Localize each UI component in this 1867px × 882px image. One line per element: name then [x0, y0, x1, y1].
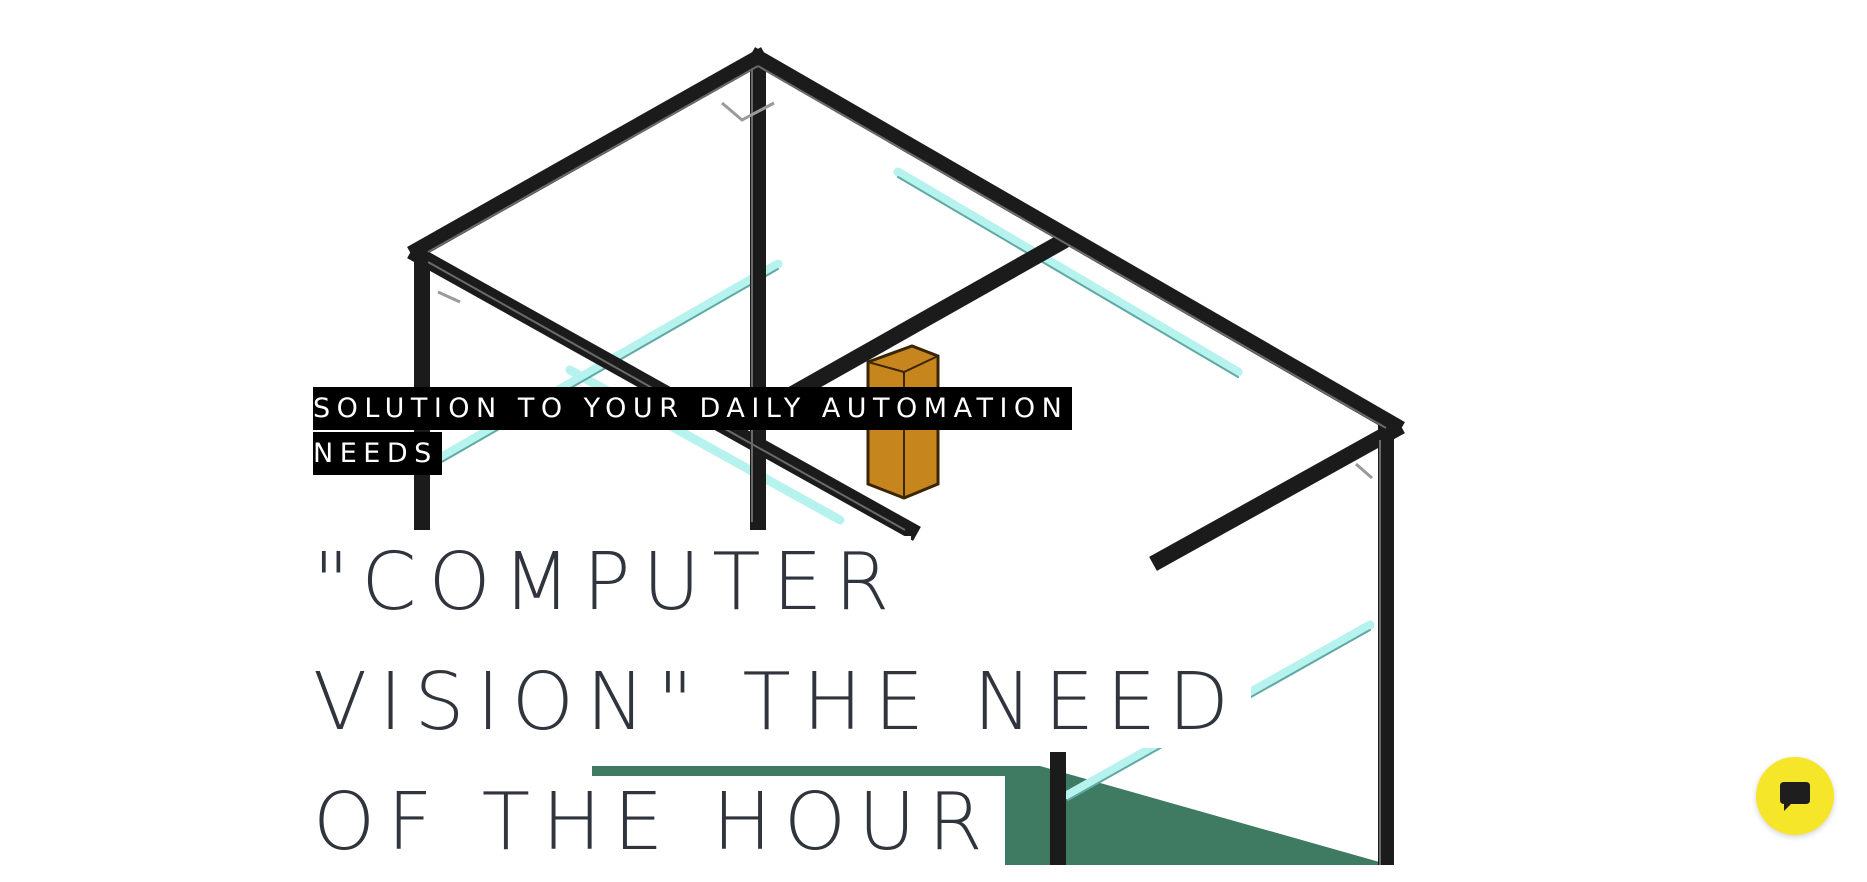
hero-headline-text: "COMPUTER VISION" THE NEED OF THE HOUR [313, 536, 1251, 868]
hero-headline: "COMPUTER VISION" THE NEED OF THE HOUR [313, 522, 1313, 882]
chat-bubble-icon [1780, 782, 1810, 811]
hero-tagline-text: SOLUTION TO YOUR DAILY AUTOMATION NEEDS [313, 387, 1073, 475]
chat-widget-button[interactable] [1756, 757, 1834, 835]
hero-tagline: SOLUTION TO YOUR DAILY AUTOMATION NEEDS [313, 386, 1093, 476]
